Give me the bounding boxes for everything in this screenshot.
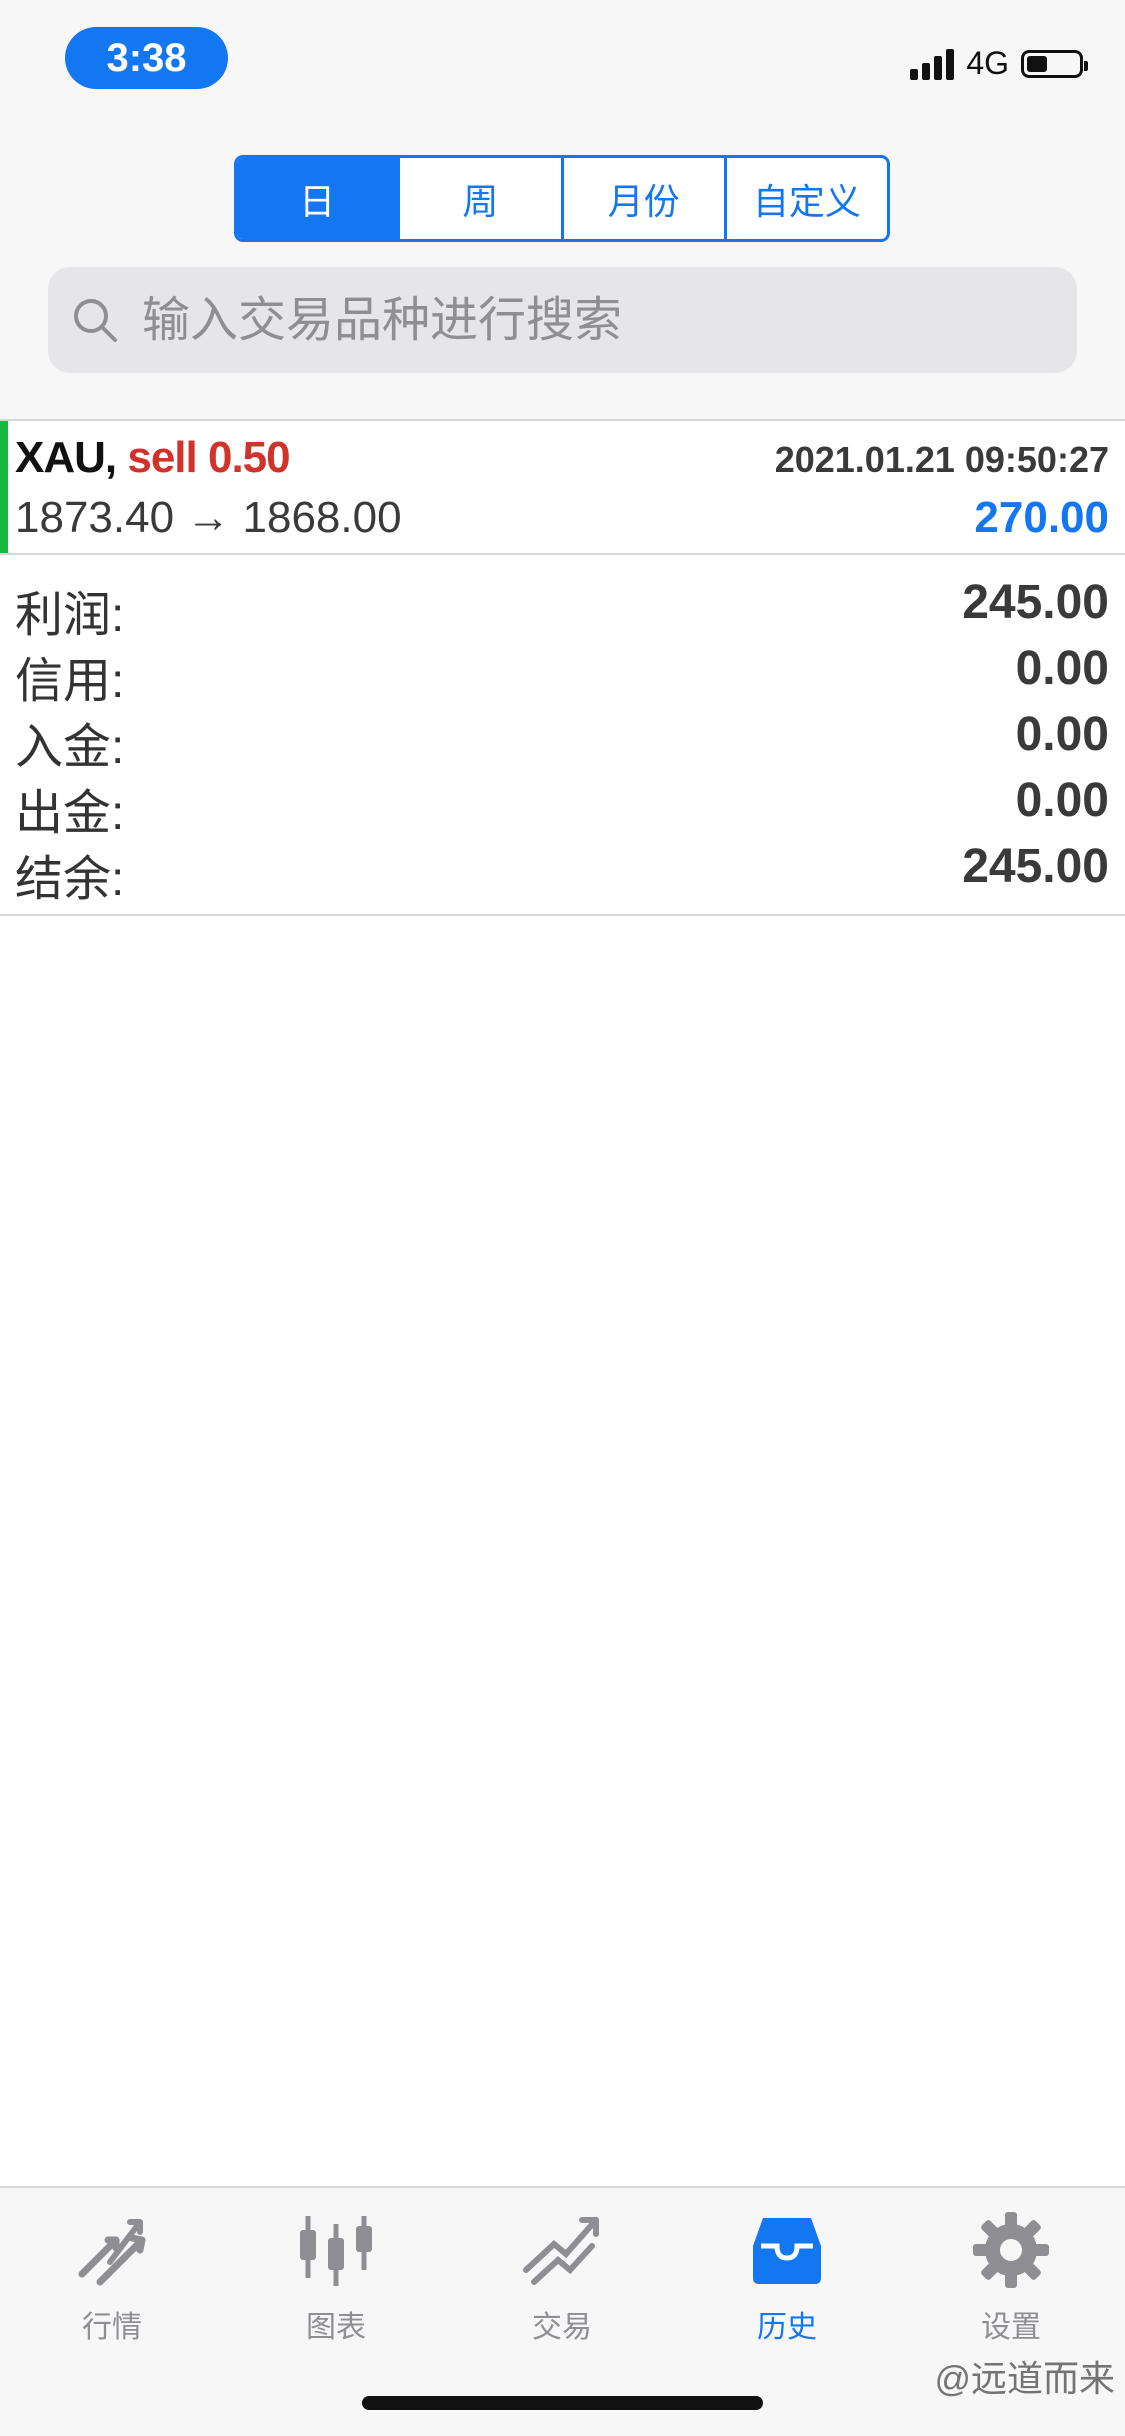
history-inbox-icon bbox=[753, 2218, 821, 2284]
trade-prices: 1873.40 → 1868.00 bbox=[15, 493, 402, 542]
tab-history[interactable]: 历史 bbox=[712, 2208, 862, 2346]
summary-value: 245.00 bbox=[962, 576, 1109, 629]
tab-settings[interactable]: 设置 bbox=[936, 2208, 1086, 2346]
tab-label: 历史 bbox=[757, 2311, 817, 2344]
summary-label: 结余: bbox=[15, 853, 125, 906]
summary-value: 0.00 bbox=[1015, 642, 1109, 695]
trade-trend-icon bbox=[523, 2217, 599, 2285]
tab-day[interactable]: 日 bbox=[237, 158, 398, 239]
summary-row-balance: 结余: 245.00 bbox=[0, 833, 1125, 906]
quotes-arrows-icon bbox=[78, 2219, 146, 2286]
account-summary: 利润: 245.00 信用: 0.00 入金: 0.00 出金: 0.00 结余… bbox=[0, 569, 1125, 916]
trade-side: sell 0.50 bbox=[127, 433, 290, 482]
summary-value: 0.00 bbox=[1015, 774, 1109, 827]
trade-symbol: XAU, bbox=[15, 433, 117, 482]
gear-icon bbox=[973, 2212, 1049, 2288]
tab-label: 交易 bbox=[532, 2311, 592, 2344]
signal-icon bbox=[910, 48, 955, 80]
status-time: 3:38 bbox=[65, 27, 228, 89]
candlestick-chart-icon bbox=[300, 2216, 372, 2286]
trade-row[interactable]: XAU, sell 0.50 2021.01.21 09:50:27 1873.… bbox=[0, 419, 1125, 555]
summary-row-withdrawal: 出金: 0.00 bbox=[0, 767, 1125, 840]
search-bar[interactable] bbox=[48, 267, 1077, 373]
tab-trade[interactable]: 交易 bbox=[487, 2208, 637, 2346]
home-indicator bbox=[362, 2396, 763, 2410]
trade-datetime: 2021.01.21 09:50:27 bbox=[774, 439, 1109, 480]
summary-value: 245.00 bbox=[962, 840, 1109, 893]
search-input[interactable] bbox=[140, 291, 1077, 349]
trade-status-bar bbox=[0, 421, 8, 553]
summary-row-deposit: 入金: 0.00 bbox=[0, 701, 1125, 774]
trade-profit: 270.00 bbox=[974, 493, 1109, 542]
summary-value: 0.00 bbox=[1015, 708, 1109, 761]
battery-level bbox=[1027, 55, 1047, 72]
tab-label: 设置 bbox=[981, 2311, 1041, 2344]
tab-quotes[interactable]: 行情 bbox=[37, 2208, 187, 2346]
trade-title: XAU, sell 0.50 bbox=[15, 433, 291, 483]
tab-label: 图表 bbox=[306, 2311, 366, 2344]
period-segmented-control: 日 周 月份 自定义 bbox=[234, 155, 890, 242]
watermark: @远道而来 bbox=[934, 2358, 1115, 2399]
search-icon bbox=[74, 299, 117, 342]
summary-row-credit: 信用: 0.00 bbox=[0, 635, 1125, 708]
tab-chart[interactable]: 图表 bbox=[261, 2208, 411, 2346]
status-indicators: 4G bbox=[910, 45, 1088, 82]
tab-custom[interactable]: 自定义 bbox=[723, 158, 887, 239]
tab-month[interactable]: 月份 bbox=[560, 158, 724, 239]
battery-icon bbox=[1021, 49, 1088, 78]
network-label: 4G bbox=[966, 45, 1009, 81]
tab-week[interactable]: 周 bbox=[397, 158, 560, 239]
summary-row-profit: 利润: 245.00 bbox=[0, 569, 1125, 642]
tab-label: 行情 bbox=[82, 2311, 142, 2344]
